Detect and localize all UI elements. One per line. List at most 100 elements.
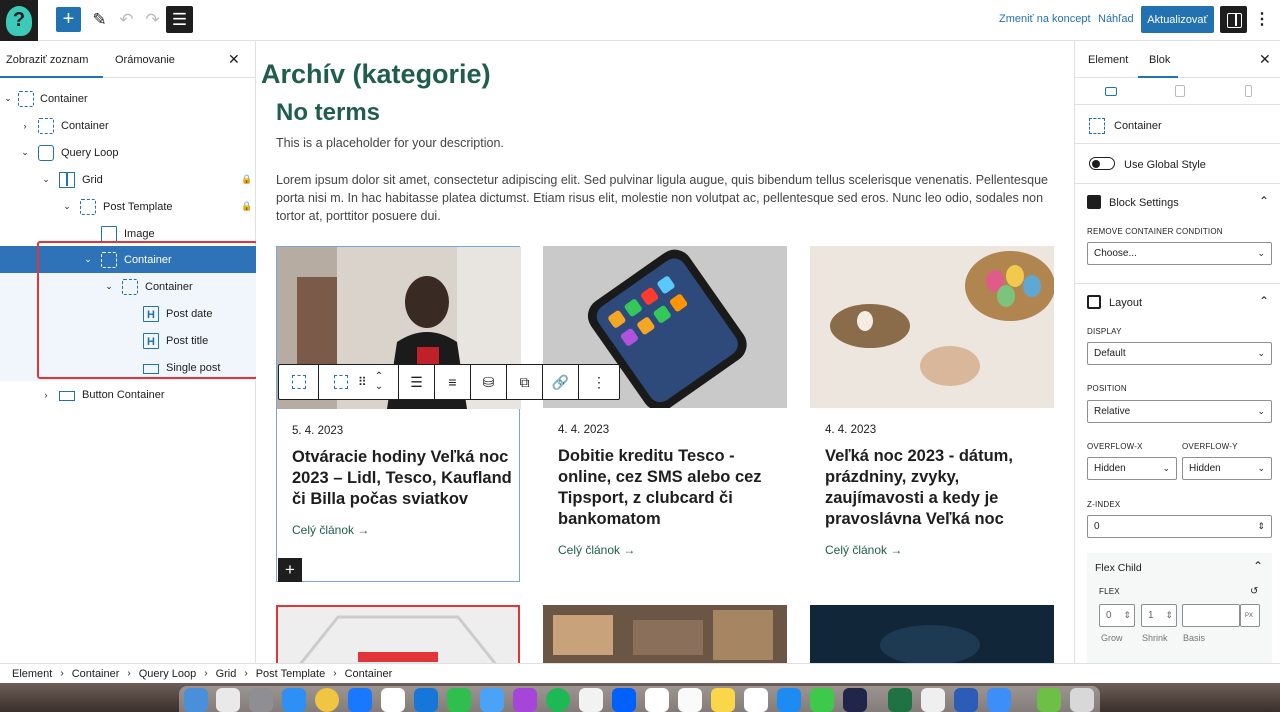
term-description[interactable]: This is a placeholder for your descripti… xyxy=(276,136,504,150)
textedit-icon[interactable] xyxy=(921,688,945,712)
tree-item-container-inner[interactable]: ⌄ Container xyxy=(0,273,256,300)
cyberduck-icon[interactable] xyxy=(987,688,1011,712)
move-arrows-icon[interactable]: ⌃ ⌄ xyxy=(375,372,383,392)
stepper-icon[interactable]: ⇕ xyxy=(1165,610,1173,621)
basis-unit-select[interactable]: PX xyxy=(1240,604,1260,627)
post-title[interactable]: Otváracie hodiny Veľká noc 2023 – Lidl, … xyxy=(292,447,512,510)
parent-container-button[interactable] xyxy=(279,365,319,399)
reminders-icon[interactable] xyxy=(678,688,702,712)
position-select[interactable]: Relative ⌄ xyxy=(1087,400,1272,423)
chevron-right-icon[interactable]: › xyxy=(20,121,30,131)
trash-icon[interactable] xyxy=(1070,688,1094,712)
desktop-icon[interactable] xyxy=(1105,87,1117,96)
app-store-icon[interactable] xyxy=(777,688,801,712)
excel-icon[interactable] xyxy=(888,688,912,712)
switch-to-draft-link[interactable]: Zmeniť na koncept xyxy=(999,13,1091,25)
close-icon[interactable]: ✕ xyxy=(1259,51,1271,68)
document-icon[interactable] xyxy=(1037,688,1061,712)
update-button[interactable]: Aktualizovať xyxy=(1141,6,1214,33)
chevron-down-icon[interactable]: ⌄ xyxy=(20,147,30,158)
tab-element[interactable]: Element xyxy=(1088,54,1128,66)
mobile-icon[interactable] xyxy=(1245,85,1252,97)
site-logo[interactable]: ? xyxy=(0,0,38,41)
read-more-link[interactable]: Celý článok → xyxy=(292,523,369,537)
document-overview-button[interactable]: ☰ xyxy=(166,6,193,33)
tree-item-container[interactable]: › Container xyxy=(0,112,256,139)
align-button[interactable]: ☰ xyxy=(399,365,435,399)
redo-icon[interactable]: ↷ xyxy=(140,7,165,32)
block-settings-header[interactable]: Block Settings ⌃ xyxy=(1075,183,1280,219)
chevron-up-icon[interactable]: ⌃ xyxy=(1259,294,1269,308)
tab-outline[interactable]: Orámovanie xyxy=(115,54,175,66)
tree-item-single-post[interactable]: Single post xyxy=(0,354,256,381)
chevron-up-icon[interactable]: ⌃ xyxy=(1253,559,1263,573)
post-card[interactable]: 5. 4. 2023 Otváracie hodiny Veľká noc 20… xyxy=(276,246,521,582)
spotify-icon[interactable] xyxy=(546,688,570,712)
chevron-down-icon[interactable]: ⌄ xyxy=(41,174,51,185)
post-title[interactable]: Dobitie kreditu Tesco - online, cez SMS … xyxy=(558,446,778,530)
skype-icon[interactable] xyxy=(348,688,372,712)
post-date[interactable]: 4. 4. 2023 xyxy=(558,424,609,436)
add-block-inline-button[interactable]: + xyxy=(278,558,302,582)
chevron-down-icon[interactable]: ⌄ xyxy=(104,281,114,292)
chrome-icon[interactable] xyxy=(315,688,339,712)
breadcrumb-item[interactable]: Post Template xyxy=(256,668,326,680)
tree-item-post-title[interactable]: H Post title xyxy=(0,327,256,354)
breadcrumb-item[interactable]: Container xyxy=(345,668,393,680)
add-block-button[interactable]: + xyxy=(56,7,81,32)
zindex-input[interactable]: 0 ⇕ xyxy=(1087,515,1272,538)
mail-icon[interactable] xyxy=(480,688,504,712)
post-image[interactable] xyxy=(810,246,1054,408)
tree-item-image[interactable]: Image xyxy=(0,220,256,247)
facetime-icon[interactable] xyxy=(810,688,834,712)
word-icon[interactable] xyxy=(954,688,978,712)
reset-icon[interactable]: ↺ xyxy=(1250,586,1258,597)
breadcrumb-item[interactable]: Query Loop xyxy=(139,668,196,680)
tree-item-post-date[interactable]: H Post date xyxy=(0,300,256,327)
tree-item-post-template[interactable]: ⌄ Post Template 🔒 xyxy=(0,193,256,220)
read-more-link[interactable]: Celý článok → xyxy=(825,543,902,557)
tree-item-container-selected[interactable]: ⌄ Container xyxy=(0,246,256,273)
post-card-image-next[interactable] xyxy=(810,605,1054,663)
post-card[interactable]: 4. 4. 2023 Veľká noc 2023 - dátum, prázd… xyxy=(810,246,1054,582)
system-settings-icon[interactable] xyxy=(249,688,273,712)
post-card-image-next[interactable] xyxy=(276,605,520,663)
settings-sidebar-toggle[interactable] xyxy=(1220,6,1247,33)
calendar-icon[interactable] xyxy=(645,688,669,712)
text-align-button[interactable]: ≡ xyxy=(435,365,471,399)
breadcrumb-item[interactable]: Container xyxy=(72,668,120,680)
block-options-button[interactable]: ⋮ xyxy=(579,365,619,399)
undo-icon[interactable]: ↶ xyxy=(114,7,139,32)
close-icon[interactable]: ✕ xyxy=(228,51,240,68)
notes-icon[interactable] xyxy=(711,688,735,712)
term-title[interactable]: No terms xyxy=(276,99,380,127)
breadcrumb-item[interactable]: Grid xyxy=(216,668,237,680)
dropbox-icon[interactable] xyxy=(612,688,636,712)
chevron-right-icon[interactable]: › xyxy=(41,390,51,400)
breadcrumb-item[interactable]: Element xyxy=(12,668,52,680)
archive-title[interactable]: Archív (kategorie) xyxy=(261,59,491,90)
tablet-icon[interactable] xyxy=(1175,85,1185,97)
tree-item-grid[interactable]: ⌄ Grid 🔒 xyxy=(0,166,256,193)
tree-item-button-container[interactable]: › Button Container xyxy=(0,381,256,408)
post-title[interactable]: Veľká noc 2023 - dátum, prázdniny, zvyky… xyxy=(825,446,1045,530)
launchpad-icon[interactable] xyxy=(216,688,240,712)
safari-icon[interactable] xyxy=(282,688,306,712)
flex-shrink-input[interactable]: 1 ⇕ xyxy=(1141,604,1177,627)
display-select[interactable]: Default ⌄ xyxy=(1087,342,1272,365)
more-options-icon[interactable]: ⋮ xyxy=(1254,9,1270,29)
overflow-y-select[interactable]: Hidden ⌄ xyxy=(1182,457,1272,480)
read-more-link[interactable]: Celý článok → xyxy=(558,543,635,557)
post-card[interactable]: 4. 4. 2023 Dobitie kreditu Tesco - onlin… xyxy=(543,246,787,582)
lorem-paragraph[interactable]: Lorem ipsum dolor sit amet, consectetur … xyxy=(276,171,1051,225)
chevron-up-icon[interactable]: ⌃ xyxy=(1259,194,1269,208)
chevron-down-icon[interactable]: ⌄ xyxy=(3,93,13,104)
copy-style-button[interactable]: ⧉ xyxy=(507,365,543,399)
stepper-icon[interactable]: ⇕ xyxy=(1257,521,1265,532)
drag-handle-icon[interactable]: ⠿ xyxy=(358,375,367,389)
flex-grow-input[interactable]: 0 ⇕ xyxy=(1099,604,1135,627)
post-date[interactable]: 4. 4. 2023 xyxy=(825,424,876,436)
tab-list-view[interactable]: Zobraziť zoznam xyxy=(6,54,88,66)
finder-icon[interactable] xyxy=(184,688,208,712)
freeform-icon[interactable] xyxy=(744,688,768,712)
